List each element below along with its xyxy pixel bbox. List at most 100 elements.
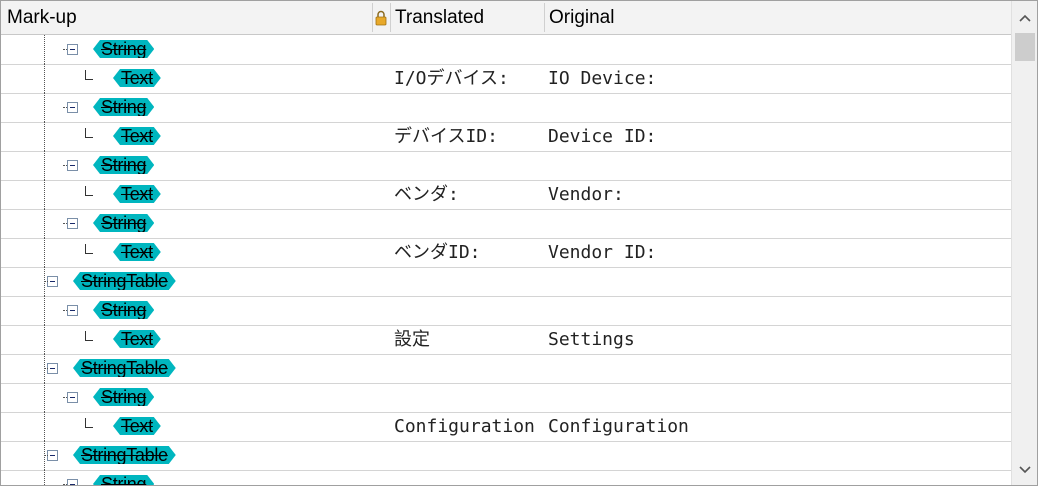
tree-guide-line bbox=[44, 383, 46, 412]
tag-label: Text bbox=[121, 329, 153, 349]
column-translated[interactable]: Translated bbox=[395, 1, 484, 34]
tag-label: String bbox=[101, 474, 147, 486]
markup-tag-string[interactable]: String bbox=[93, 98, 154, 116]
markup-tag-string[interactable]: String bbox=[93, 40, 154, 58]
tag-label: Text bbox=[121, 416, 153, 436]
markup-tag-string[interactable]: String bbox=[93, 214, 154, 232]
tree-guide-line bbox=[44, 151, 46, 180]
collapse-minus-icon[interactable] bbox=[67, 44, 78, 55]
tag-label: Text bbox=[121, 68, 153, 88]
translated-cell[interactable]: ベンダID: bbox=[394, 238, 481, 267]
markup-tree-grid: Mark-up Translated Original String Text I/… bbox=[0, 0, 1038, 486]
tree-elbow bbox=[85, 331, 93, 341]
tree-row[interactable]: StringTable bbox=[1, 354, 1011, 384]
collapse-minus-icon[interactable] bbox=[67, 305, 78, 316]
tree-row[interactable]: Text デバイスID: Device ID: bbox=[1, 122, 1011, 152]
tree-row[interactable]: Text Configuration Configuration bbox=[1, 412, 1011, 442]
tree-row[interactable]: Text ベンダ: Vendor: bbox=[1, 180, 1011, 210]
markup-tag-text[interactable]: Text bbox=[113, 243, 161, 261]
tag-label: String bbox=[101, 387, 147, 407]
tree-row[interactable]: String bbox=[1, 470, 1011, 486]
tree-row[interactable]: String bbox=[1, 383, 1011, 413]
translated-cell[interactable]: Configuration bbox=[394, 412, 535, 441]
original-cell: Configuration bbox=[548, 416, 689, 437]
collapse-minus-icon[interactable] bbox=[47, 363, 58, 374]
tree-elbow bbox=[85, 186, 93, 196]
collapse-minus-icon[interactable] bbox=[47, 450, 58, 461]
tree-guide-line bbox=[44, 64, 46, 93]
tree-elbow bbox=[85, 128, 93, 138]
markup-tag-stringtable[interactable]: StringTable bbox=[73, 446, 176, 464]
markup-tag-string[interactable]: String bbox=[93, 475, 154, 486]
markup-tag-stringtable[interactable]: StringTable bbox=[73, 272, 176, 290]
tag-label: String bbox=[101, 155, 147, 175]
markup-tag-string[interactable]: String bbox=[93, 301, 154, 319]
tree-elbow bbox=[85, 244, 93, 254]
tree-elbow bbox=[85, 70, 93, 80]
markup-tag-text[interactable]: Text bbox=[113, 127, 161, 145]
tree-row[interactable]: String bbox=[1, 93, 1011, 123]
collapse-minus-icon[interactable] bbox=[67, 392, 78, 403]
tree-connector bbox=[63, 165, 67, 167]
column-original[interactable]: Original bbox=[549, 1, 614, 34]
tag-label: Text bbox=[121, 242, 153, 262]
tag-label: String bbox=[101, 213, 147, 233]
tree-connector bbox=[44, 281, 48, 283]
chevron-up-icon[interactable] bbox=[1012, 3, 1037, 31]
tree-row[interactable]: StringTable bbox=[1, 267, 1011, 297]
column-divider[interactable] bbox=[372, 3, 373, 32]
markup-tag-text[interactable]: Text bbox=[113, 330, 161, 348]
tree-row[interactable]: Text I/Oデバイス: IO Device: bbox=[1, 64, 1011, 94]
tag-label: Text bbox=[121, 126, 153, 146]
tree-row[interactable]: Text ベンダID: Vendor ID: bbox=[1, 238, 1011, 268]
tree-row[interactable]: String bbox=[1, 296, 1011, 326]
tree-connector bbox=[44, 455, 48, 457]
collapse-minus-icon[interactable] bbox=[47, 276, 58, 287]
tree-connector bbox=[63, 223, 67, 225]
lock-icon bbox=[375, 10, 387, 26]
tree-elbow bbox=[85, 418, 93, 428]
translated-cell[interactable]: ベンダ: bbox=[394, 180, 459, 209]
tree-row[interactable]: String bbox=[1, 35, 1011, 65]
original-cell: Vendor: bbox=[548, 184, 624, 205]
tree-connector bbox=[63, 49, 67, 51]
original-cell: Settings bbox=[548, 329, 635, 350]
markup-tag-text[interactable]: Text bbox=[113, 417, 161, 435]
column-markup[interactable]: Mark-up bbox=[7, 1, 77, 34]
chevron-down-icon[interactable] bbox=[1012, 455, 1037, 483]
tree-guide-line bbox=[44, 470, 46, 485]
tree-row[interactable]: Text 設定 Settings bbox=[1, 325, 1011, 355]
tree-guide-line bbox=[44, 296, 46, 325]
scroll-thumb[interactable] bbox=[1015, 33, 1035, 61]
tree-row[interactable]: String bbox=[1, 209, 1011, 239]
tree-row[interactable]: String bbox=[1, 151, 1011, 181]
tree-connector bbox=[44, 368, 48, 370]
markup-tag-text[interactable]: Text bbox=[113, 69, 161, 87]
collapse-minus-icon[interactable] bbox=[67, 160, 78, 171]
tree-guide-line bbox=[44, 412, 46, 441]
tree-rows: String Text I/Oデバイス: IO Device: String Text デバ… bbox=[1, 35, 1011, 486]
tag-label: StringTable bbox=[81, 358, 168, 378]
collapse-minus-icon[interactable] bbox=[67, 102, 78, 113]
markup-tag-string[interactable]: String bbox=[93, 156, 154, 174]
tree-guide-line bbox=[44, 122, 46, 151]
tree-row[interactable]: StringTable bbox=[1, 441, 1011, 471]
tag-label: String bbox=[101, 300, 147, 320]
translated-cell[interactable]: デバイスID: bbox=[394, 122, 498, 151]
translated-cell[interactable]: I/Oデバイス: bbox=[394, 64, 509, 93]
vertical-scrollbar[interactable] bbox=[1011, 1, 1037, 485]
column-header: Mark-up Translated Original bbox=[1, 1, 1011, 35]
column-divider[interactable] bbox=[544, 3, 545, 32]
tree-connector bbox=[63, 397, 67, 399]
tree-guide-line bbox=[44, 238, 46, 267]
collapse-minus-icon[interactable] bbox=[67, 218, 78, 229]
translated-cell[interactable]: 設定 bbox=[394, 325, 430, 354]
tag-label: StringTable bbox=[81, 445, 168, 465]
markup-tag-string[interactable]: String bbox=[93, 388, 154, 406]
column-divider[interactable] bbox=[390, 3, 391, 32]
tag-label: String bbox=[101, 39, 147, 59]
collapse-minus-icon[interactable] bbox=[67, 479, 78, 485]
markup-tag-text[interactable]: Text bbox=[113, 185, 161, 203]
markup-tag-stringtable[interactable]: StringTable bbox=[73, 359, 176, 377]
tag-label: Text bbox=[121, 184, 153, 204]
